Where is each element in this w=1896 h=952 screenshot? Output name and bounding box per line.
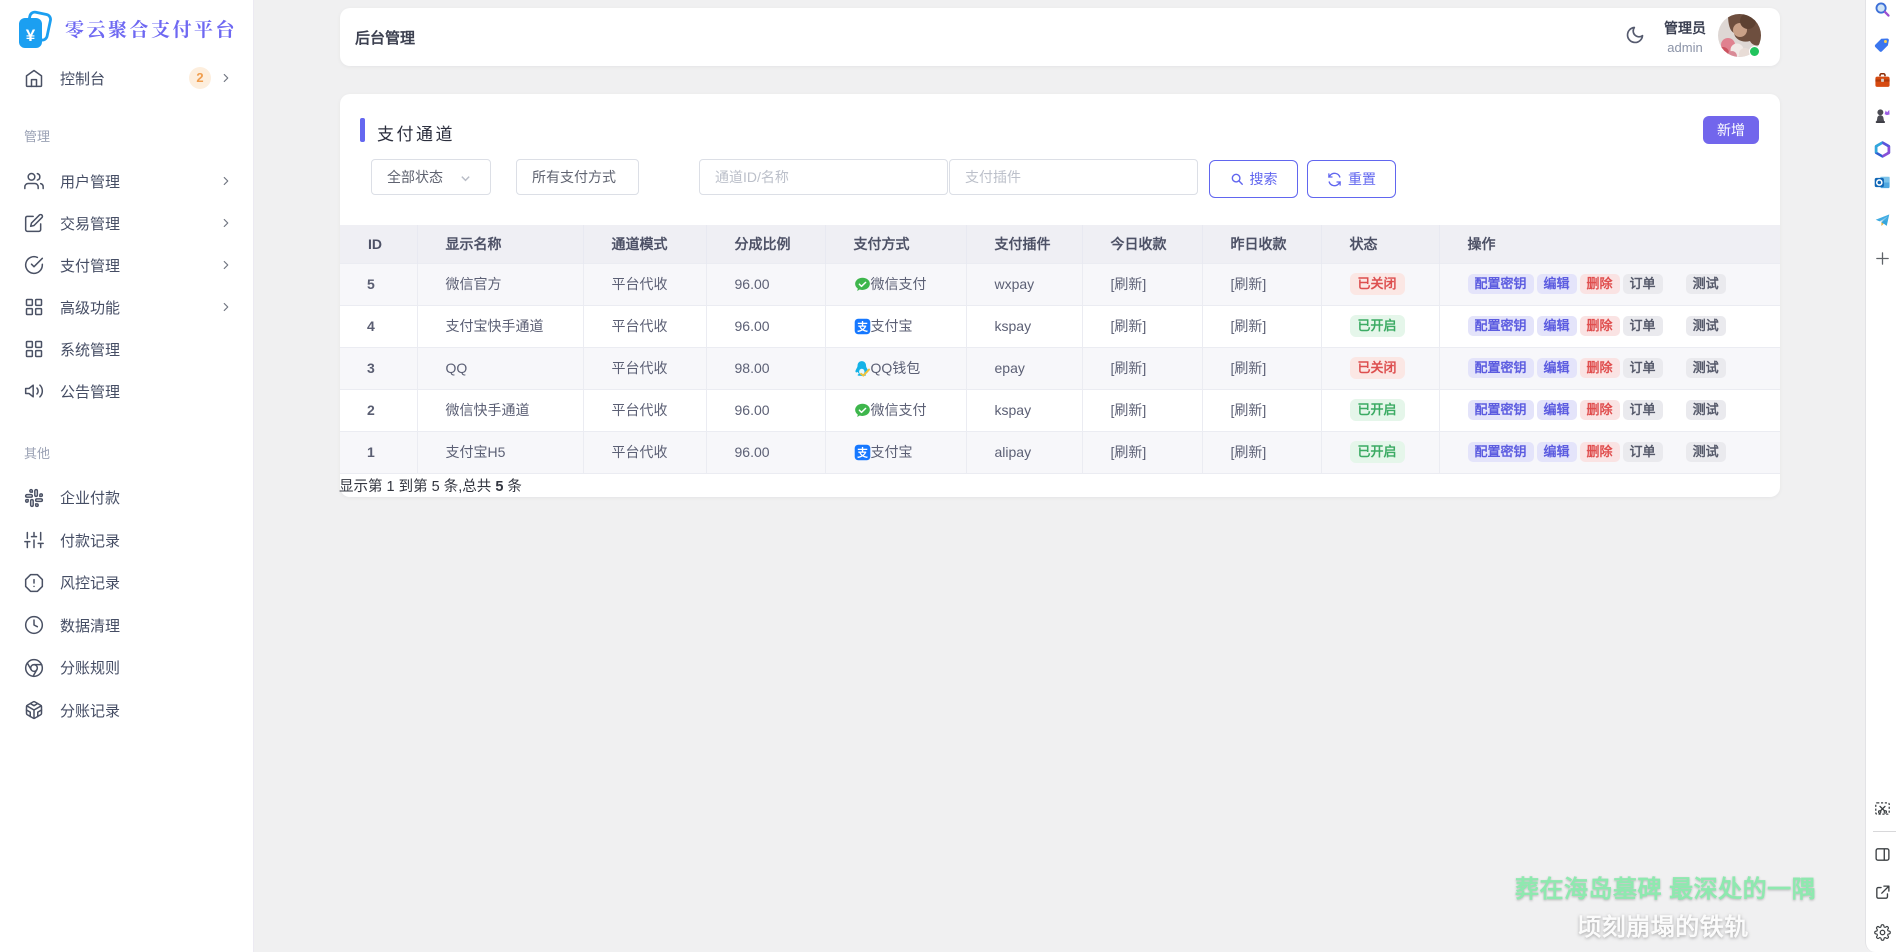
svg-text:¥: ¥: [26, 26, 36, 45]
svg-text:支: 支: [856, 320, 868, 333]
svg-text:支: 支: [856, 446, 868, 459]
